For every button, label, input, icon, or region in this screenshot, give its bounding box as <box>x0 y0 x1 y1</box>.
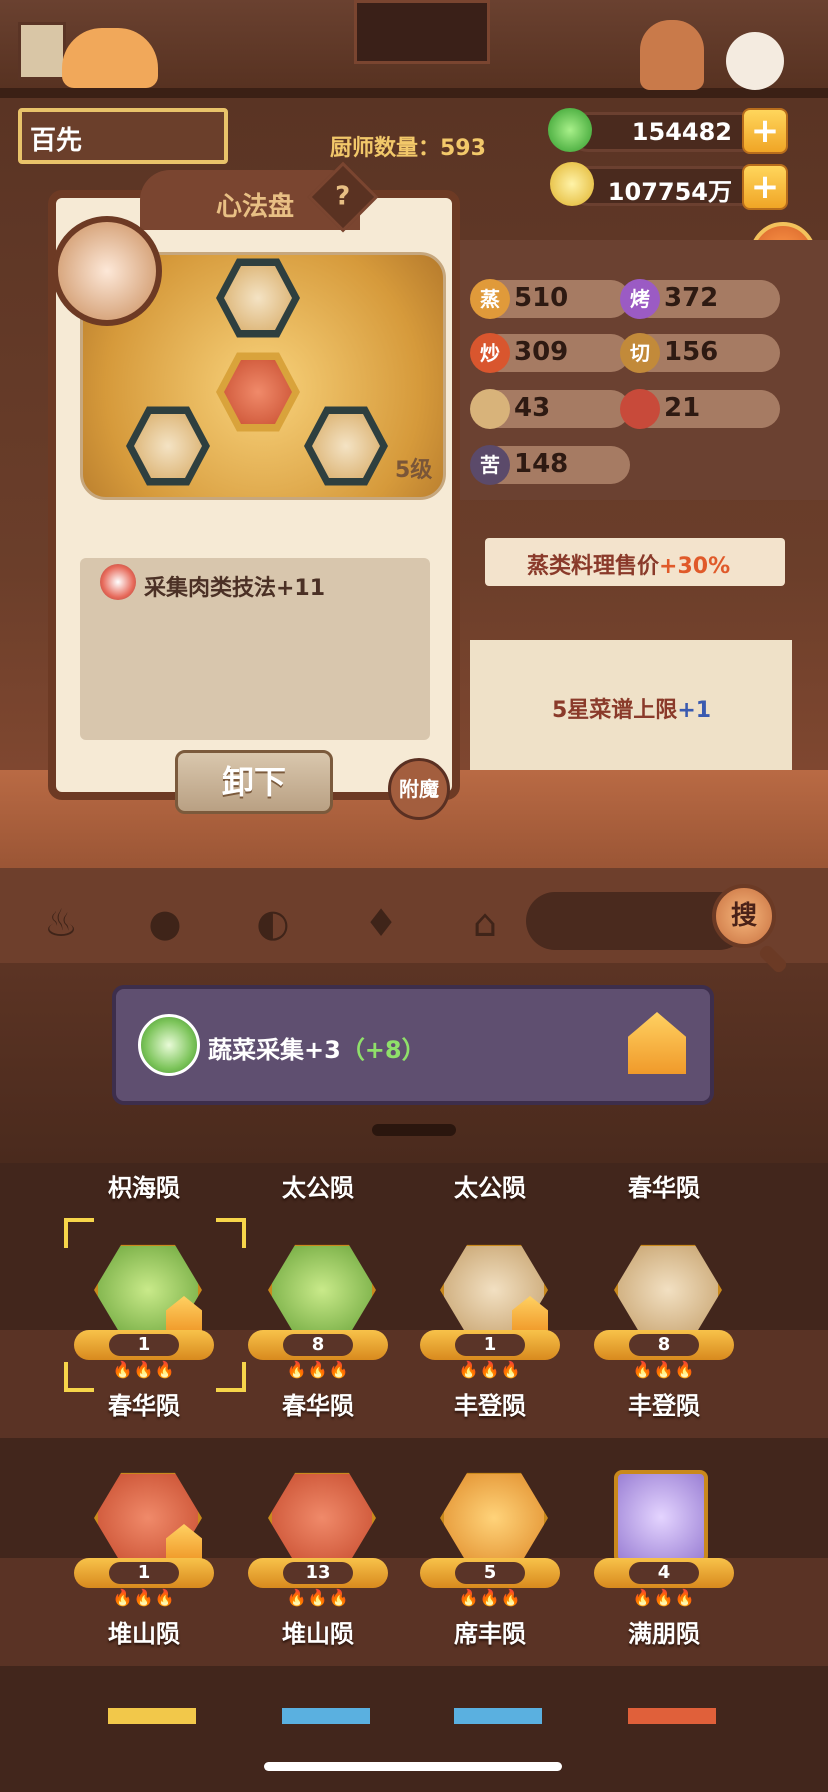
chef-avatar[interactable] <box>52 216 162 326</box>
dog-figure-icon <box>726 32 784 90</box>
card-name: 枳海陨 <box>108 1174 180 1202</box>
banner-text: 蔬菜采集+3（+8） <box>208 1036 426 1064</box>
drumstick-filter-icon[interactable]: ♨ <box>36 898 86 948</box>
stat-icon: 切 <box>620 333 660 373</box>
card-count: 5 <box>455 1562 525 1584</box>
add-jade-button[interactable]: + <box>742 108 788 154</box>
stat-value: 309 <box>514 337 569 367</box>
stat-value: 148 <box>514 449 569 479</box>
stat-icon <box>620 389 660 429</box>
search-button[interactable]: 搜 <box>712 884 776 948</box>
stat-value: 372 <box>664 283 719 313</box>
board-title: 心法盘 <box>216 192 295 222</box>
card-name: 太公陨 <box>454 1174 526 1202</box>
home-indicator[interactable] <box>264 1762 562 1771</box>
frame-decoration <box>18 22 66 80</box>
card-partial[interactable] <box>628 1708 716 1724</box>
effect-text: 采集肉类技法+11 <box>144 576 326 601</box>
recipe-limit-bonus: 5星菜谱上限+1 <box>552 698 712 723</box>
stat-icon: 苦 <box>470 445 510 485</box>
chef-house-filter-icon[interactable]: ⌂ <box>460 898 510 948</box>
help-icon: ? <box>335 182 351 212</box>
selection-bracket <box>216 1362 246 1392</box>
flame-rating: 🔥🔥🔥 <box>286 1588 350 1607</box>
stat-value: 156 <box>664 337 719 367</box>
card-name: 丰登陨 <box>454 1392 526 1420</box>
flame-rating: 🔥🔥🔥 <box>112 1360 176 1379</box>
chef-count: 厨师数量：593 <box>330 136 486 161</box>
chef-figure-icon <box>640 20 704 90</box>
selection-bracket <box>64 1218 94 1248</box>
player-name-plate[interactable]: 百先 <box>18 108 228 164</box>
chef-icon <box>614 1470 708 1564</box>
stat-value: 21 <box>664 393 701 423</box>
card-count: 8 <box>283 1334 353 1356</box>
card-count: 8 <box>629 1334 699 1356</box>
coin-value: 107754万 <box>607 178 732 206</box>
cat-figure-icon <box>62 28 158 88</box>
card-partial[interactable] <box>282 1708 370 1724</box>
bag-filter-icon[interactable]: ● <box>140 898 190 948</box>
card-count: 1 <box>109 1562 179 1584</box>
selection-bracket <box>216 1218 246 1248</box>
cabbage-icon <box>138 1014 200 1076</box>
stat-icon <box>470 389 510 429</box>
meat-skill-icon <box>100 564 136 600</box>
card-count: 1 <box>455 1334 525 1356</box>
stat-icon: 炒 <box>470 333 510 373</box>
flame-rating: 🔥🔥🔥 <box>632 1360 696 1379</box>
card-name: 春华陨 <box>282 1392 354 1420</box>
drawer-handle[interactable] <box>372 1124 456 1136</box>
card-name: 丰登陨 <box>628 1392 700 1420</box>
enchant-button[interactable]: 附魔 <box>388 758 450 820</box>
player-name: 百先 <box>30 126 83 156</box>
jade-value: 154482 <box>631 118 732 146</box>
stat-value: 510 <box>514 283 569 313</box>
card-name: 春华陨 <box>628 1174 700 1202</box>
unload-button[interactable]: 卸下 <box>175 750 333 814</box>
shelf-ledge <box>0 88 828 98</box>
stat-icon: 蒸 <box>470 279 510 319</box>
flame-rating: 🔥🔥🔥 <box>112 1588 176 1607</box>
card-count: 4 <box>629 1562 699 1584</box>
board-level: 5级 <box>395 458 433 483</box>
card-partial[interactable] <box>108 1708 196 1724</box>
add-coins-button[interactable]: + <box>742 164 788 210</box>
flame-rating: 🔥🔥🔥 <box>458 1360 522 1379</box>
flame-rating: 🔥🔥🔥 <box>286 1360 350 1379</box>
card-count: 13 <box>283 1562 353 1584</box>
stat-icon: 烤 <box>620 279 660 319</box>
portrait-banner <box>354 0 490 64</box>
stat-value: 43 <box>514 393 551 423</box>
card-name: 堆山陨 <box>282 1620 354 1648</box>
flame-rating: 🔥🔥🔥 <box>458 1588 522 1607</box>
card-name: 席丰陨 <box>454 1620 526 1648</box>
selection-bracket <box>64 1362 94 1392</box>
fire-filter-icon[interactable]: ♦ <box>356 898 406 948</box>
pan-filter-icon[interactable]: ◐ <box>248 898 298 948</box>
card-partial[interactable] <box>454 1708 542 1724</box>
sell-price-bonus: 蒸类料理售价+30% <box>527 554 731 579</box>
flame-rating: 🔥🔥🔥 <box>632 1588 696 1607</box>
card-name: 满朋陨 <box>628 1620 700 1648</box>
card-count: 1 <box>109 1334 179 1356</box>
card-name: 堆山陨 <box>108 1620 180 1648</box>
card-name: 太公陨 <box>282 1174 354 1202</box>
